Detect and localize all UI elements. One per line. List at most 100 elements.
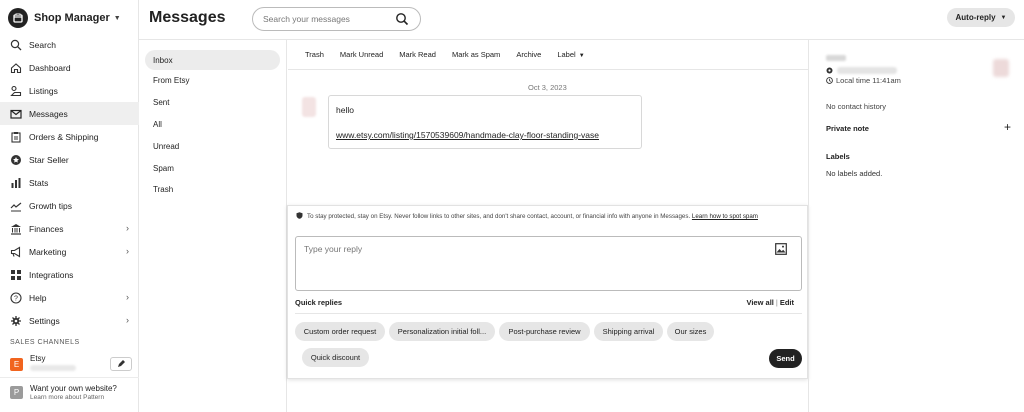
- auto-reply-label: Auto-reply: [955, 13, 996, 22]
- search-icon[interactable]: [395, 12, 409, 26]
- auto-reply-button[interactable]: Auto-reply ▼: [947, 8, 1015, 27]
- chevron-down-icon: ▼: [113, 14, 121, 22]
- trend-icon: [10, 200, 22, 212]
- location-icon: [826, 67, 833, 74]
- send-button[interactable]: Send: [769, 349, 802, 368]
- mark-read-button[interactable]: Mark Read: [399, 50, 436, 59]
- nav-item-finances[interactable]: Finances ›: [0, 217, 139, 240]
- listing-link[interactable]: www.etsy.com/listing/1570539609/handmade…: [336, 130, 599, 140]
- shield-icon: [296, 212, 303, 219]
- nav-label: Help: [29, 292, 47, 303]
- nav-item-dashboard[interactable]: Dashboard: [0, 56, 139, 79]
- nav-item-integrations[interactable]: Integrations: [0, 263, 139, 286]
- quick-reply-chip[interactable]: Custom order request: [295, 322, 385, 341]
- shop-manager-logo-icon: [8, 8, 28, 28]
- nav-label: Listings: [29, 85, 58, 96]
- nav-item-search[interactable]: Search: [0, 33, 139, 56]
- search-icon: [10, 39, 22, 51]
- add-note-plus-icon[interactable]: +: [1004, 120, 1011, 134]
- listings-icon: [10, 85, 22, 97]
- archive-button[interactable]: Archive: [516, 50, 541, 59]
- mail-icon: [10, 108, 22, 120]
- etsy-channel[interactable]: E Etsy: [10, 354, 132, 374]
- label-dropdown-text: Label: [557, 50, 576, 59]
- nav-item-listings[interactable]: Listings: [0, 79, 139, 102]
- quick-reply-chip[interactable]: Post-purchase review: [499, 322, 590, 341]
- folder-spam[interactable]: Spam: [145, 158, 280, 178]
- quick-replies-actions: View all | Edit: [746, 298, 794, 307]
- folder-from-etsy[interactable]: From Etsy: [145, 70, 280, 90]
- quick-reply-chip[interactable]: Personalization initial foll...: [389, 322, 495, 341]
- clock-icon: [826, 77, 833, 84]
- page-title: Messages: [149, 9, 226, 26]
- message-text: hello: [336, 105, 354, 115]
- message-toolbar: Trash Mark Unread Mark Read Mark as Spam…: [288, 40, 808, 70]
- nav-item-orders-shipping[interactable]: Orders & Shipping: [0, 125, 139, 148]
- pattern-logo-icon: P: [10, 386, 23, 399]
- bar-chart-icon: [10, 177, 22, 189]
- folder-list: Inbox From Etsy Sent All Unread Spam Tra…: [139, 40, 287, 412]
- search-input[interactable]: [263, 14, 393, 24]
- nav-item-star-seller[interactable]: Star Seller: [0, 148, 139, 171]
- etsy-channel-name: Etsy: [30, 354, 46, 363]
- spam-warning-text: To stay protected, stay on Etsy. Never f…: [307, 213, 691, 220]
- nav-label: Integrations: [29, 269, 74, 280]
- reply-field-container[interactable]: [295, 236, 802, 291]
- no-labels-text: No labels added.: [826, 169, 883, 178]
- nav-label: Marketing: [29, 246, 67, 257]
- nav-label: Settings: [29, 315, 60, 326]
- nav-item-marketing[interactable]: Marketing ›: [0, 240, 139, 263]
- message-bubble: hello www.etsy.com/listing/1570539609/ha…: [328, 95, 642, 149]
- labels-heading: Labels: [826, 152, 850, 161]
- reply-input[interactable]: [296, 237, 801, 290]
- search-bar[interactable]: [252, 7, 421, 31]
- nav-item-growth-tips[interactable]: Growth tips: [0, 194, 139, 217]
- local-time: Local time 11:41am: [836, 76, 901, 85]
- quick-replies-label: Quick replies: [295, 298, 343, 307]
- divider: [295, 313, 802, 314]
- avatar: [302, 97, 316, 117]
- chevron-right-icon: ›: [126, 246, 129, 256]
- folder-inbox[interactable]: Inbox: [145, 50, 280, 70]
- reply-composer: To stay protected, stay on Etsy. Never f…: [287, 205, 808, 379]
- folder-sent[interactable]: Sent: [145, 92, 280, 112]
- chevron-right-icon: ›: [126, 292, 129, 302]
- nav-item-settings[interactable]: Settings ›: [0, 309, 139, 332]
- folder-unread[interactable]: Unread: [145, 136, 280, 156]
- nav-label: Star Seller: [29, 154, 69, 165]
- edit-quick-replies-link[interactable]: Edit: [780, 298, 794, 307]
- nav-item-messages[interactable]: Messages: [0, 102, 139, 125]
- quick-reply-chip[interactable]: Our sizes: [667, 322, 714, 341]
- shop-manager-menu[interactable]: Shop Manager ▼: [8, 8, 121, 28]
- edit-channel-button[interactable]: [110, 357, 132, 371]
- nav-label: Growth tips: [29, 200, 72, 211]
- nav-item-stats[interactable]: Stats: [0, 171, 139, 194]
- contact-history-text: No contact history: [826, 102, 887, 111]
- view-all-link[interactable]: View all: [746, 298, 773, 307]
- trash-button[interactable]: Trash: [305, 50, 324, 59]
- mark-spam-button[interactable]: Mark as Spam: [452, 50, 500, 59]
- nav-label: Messages: [29, 108, 68, 119]
- nav-label: Search: [29, 39, 56, 50]
- sidebar-nav: Shop Manager ▼ Search Dashboard Listings…: [0, 0, 139, 412]
- folder-all[interactable]: All: [145, 114, 280, 134]
- folder-trash[interactable]: Trash: [145, 179, 280, 199]
- image-upload-icon[interactable]: [775, 243, 787, 255]
- spam-warning: To stay protected, stay on Etsy. Never f…: [296, 212, 801, 221]
- quick-reply-chip[interactable]: Shipping arrival: [594, 322, 663, 341]
- quick-reply-chip[interactable]: Quick discount: [302, 348, 369, 367]
- sales-channels-heading: SALES CHANNELS: [10, 339, 80, 346]
- nav-item-help[interactable]: ? Help ›: [0, 286, 139, 309]
- pencil-icon: [118, 360, 125, 367]
- shop-name-redacted: [30, 365, 76, 371]
- bank-icon: [10, 223, 22, 235]
- label-dropdown[interactable]: Label ▼: [557, 50, 584, 59]
- chevron-right-icon: ›: [126, 315, 129, 325]
- home-icon: [10, 62, 22, 74]
- contact-name-redacted: [826, 55, 846, 61]
- private-note-heading: Private note: [826, 124, 869, 133]
- learn-spam-link[interactable]: Learn how to spot spam: [692, 213, 758, 220]
- pattern-subtitle[interactable]: Learn more about Pattern: [30, 394, 104, 401]
- contact-location-redacted: [837, 67, 897, 74]
- mark-unread-button[interactable]: Mark Unread: [340, 50, 383, 59]
